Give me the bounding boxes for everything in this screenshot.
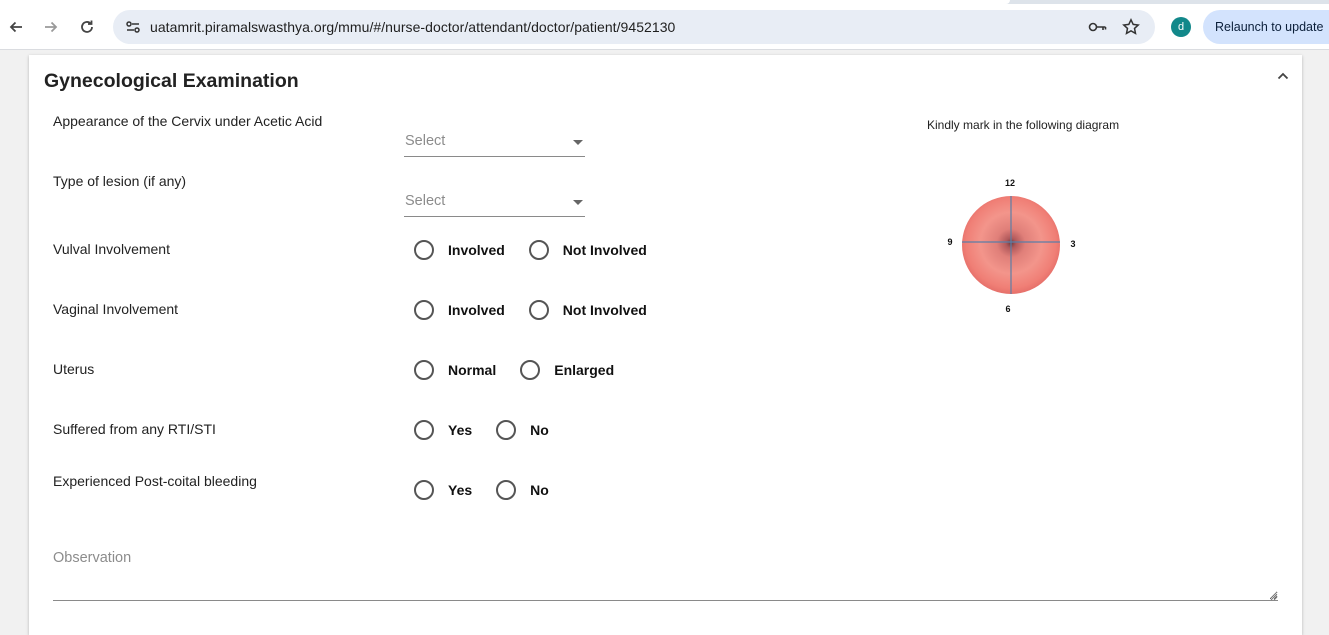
- radio-label[interactable]: No: [530, 482, 549, 498]
- select-placeholder: Select: [405, 193, 446, 209]
- dropdown-arrow-icon: [573, 140, 583, 145]
- lesion-type-label: Type of lesion (if any): [53, 173, 187, 189]
- radio-label[interactable]: Involved: [448, 242, 505, 258]
- vulval-not-involved-option[interactable]: Not Involved: [528, 240, 647, 260]
- profile-avatar[interactable]: d: [1171, 17, 1191, 37]
- clock-mark-12: 12: [1005, 178, 1015, 188]
- radio-button[interactable]: [414, 480, 434, 500]
- radio-button[interactable]: [520, 360, 541, 380]
- radio-button[interactable]: [496, 480, 517, 500]
- chevron-up-icon[interactable]: [1275, 68, 1291, 84]
- section-title: Gynecological Examination: [44, 70, 299, 92]
- cervix-appearance-label: Appearance of the Cervix under Acetic Ac…: [53, 113, 323, 129]
- forward-button[interactable]: [37, 13, 65, 41]
- radio-button[interactable]: [528, 300, 549, 320]
- post-coital-bleeding-label: Experienced Post-coital bleeding: [53, 473, 257, 489]
- radio-label[interactable]: Enlarged: [554, 362, 614, 378]
- relaunch-button[interactable]: Relaunch to update: [1203, 10, 1329, 44]
- lesion-type-select[interactable]: Select: [404, 177, 585, 217]
- select-placeholder: Select: [405, 133, 446, 149]
- browser-toolbar: uatamrit.piramalswasthya.org/mmu/#/nurse…: [0, 4, 1329, 50]
- reload-icon: [81, 20, 93, 33]
- gynecological-examination-card: Gynecological Examination Appearance of …: [29, 55, 1302, 635]
- rti-sti-label: Suffered from any RTI/STI: [53, 421, 216, 437]
- bookmark-star-icon[interactable]: [1121, 17, 1141, 37]
- address-bar[interactable]: uatamrit.piramalswasthya.org/mmu/#/nurse…: [113, 10, 1155, 44]
- clock-mark-3: 3: [1070, 239, 1075, 249]
- reload-button[interactable]: [73, 13, 101, 41]
- password-key-icon[interactable]: [1088, 17, 1108, 37]
- radio-button[interactable]: [414, 300, 434, 320]
- clock-mark-9: 9: [947, 237, 952, 247]
- uterus-normal-option[interactable]: Normal: [414, 360, 496, 380]
- post-coital-bleeding-radio-group: Yes No: [414, 479, 573, 501]
- vaginal-involved-option[interactable]: Involved: [414, 300, 505, 320]
- resize-handle-icon[interactable]: [1269, 592, 1278, 601]
- radio-button[interactable]: [414, 240, 434, 260]
- diagram-caption: Kindly mark in the following diagram: [927, 118, 1120, 132]
- page-content: Gynecological Examination Appearance of …: [0, 51, 1329, 635]
- radio-label[interactable]: Yes: [448, 422, 472, 438]
- radio-label[interactable]: No: [530, 422, 549, 438]
- arrow-right-icon: [45, 21, 58, 33]
- site-info-icon[interactable]: [121, 15, 145, 39]
- radio-button[interactable]: [496, 420, 517, 440]
- vulval-involved-option[interactable]: Involved: [414, 240, 505, 260]
- back-button[interactable]: [2, 13, 30, 41]
- cervix-diagram[interactable]: 12 3 6 9: [941, 170, 1081, 315]
- radio-label[interactable]: Normal: [448, 362, 496, 378]
- bleeding-yes-option[interactable]: Yes: [414, 480, 472, 500]
- observation-label: Observation: [53, 550, 132, 566]
- dropdown-arrow-icon: [573, 200, 583, 205]
- radio-button[interactable]: [414, 360, 434, 380]
- radio-label[interactable]: Not Involved: [563, 302, 647, 318]
- rti-sti-radio-group: Yes No: [414, 419, 573, 441]
- uterus-label: Uterus: [53, 361, 95, 377]
- rti-no-option[interactable]: No: [496, 420, 549, 440]
- vaginal-involvement-label: Vaginal Involvement: [53, 301, 179, 317]
- uterus-enlarged-option[interactable]: Enlarged: [520, 360, 614, 380]
- radio-button[interactable]: [528, 240, 549, 260]
- cervix-appearance-select[interactable]: Select: [404, 117, 585, 157]
- arrow-left-icon: [9, 21, 22, 33]
- rti-yes-option[interactable]: Yes: [414, 420, 472, 440]
- radio-label[interactable]: Involved: [448, 302, 505, 318]
- bleeding-no-option[interactable]: No: [496, 480, 549, 500]
- uterus-radio-group: Normal Enlarged: [414, 359, 638, 381]
- observation-textarea[interactable]: [53, 575, 1278, 601]
- vaginal-not-involved-option[interactable]: Not Involved: [528, 300, 647, 320]
- radio-label[interactable]: Not Involved: [563, 242, 647, 258]
- radio-button[interactable]: [414, 420, 434, 440]
- vulval-involvement-radio-group: Involved Not Involved: [414, 239, 671, 261]
- url-text[interactable]: uatamrit.piramalswasthya.org/mmu/#/nurse…: [150, 19, 675, 35]
- radio-label[interactable]: Yes: [448, 482, 472, 498]
- clock-mark-6: 6: [1005, 304, 1010, 314]
- vulval-involvement-label: Vulval Involvement: [53, 241, 170, 257]
- vaginal-involvement-radio-group: Involved Not Involved: [414, 299, 671, 321]
